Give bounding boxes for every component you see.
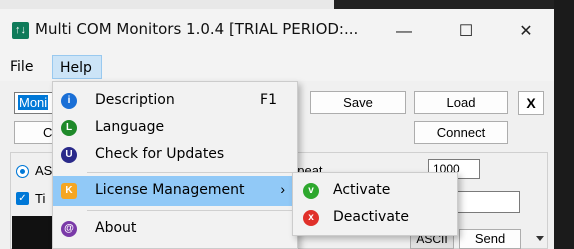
- help-menu: i Description F1 L Language U Check for …: [52, 81, 298, 249]
- timestamp-checkbox[interactable]: ✓: [16, 192, 29, 205]
- language-icon: L: [61, 120, 77, 136]
- background-dark-edge: [554, 0, 574, 249]
- menu-item-description[interactable]: i Description F1: [53, 87, 297, 115]
- menu-separator: [87, 210, 293, 211]
- deactivate-icon: x: [303, 210, 319, 226]
- window-title: Multi COM Monitors 1.0.4 [TRIAL PERIOD:.…: [35, 20, 359, 38]
- chevron-right-icon: ›: [280, 181, 285, 197]
- menu-bar: File Help: [0, 55, 554, 81]
- app-icon: ↑↓: [12, 22, 29, 39]
- close-button[interactable]: ✕: [498, 9, 554, 55]
- menu-item-activate[interactable]: v Activate: [293, 177, 457, 205]
- save-button[interactable]: Save: [310, 91, 406, 114]
- menu-item-shortcut: F1: [260, 92, 277, 108]
- checkbox-label: Ti: [35, 191, 46, 206]
- menu-item-label: About: [95, 220, 137, 236]
- menu-item-label: Description: [95, 92, 175, 108]
- menu-item-label: Activate: [333, 182, 391, 198]
- port-select-text: Moni: [18, 95, 49, 110]
- menu-item-about[interactable]: @ About: [53, 215, 297, 243]
- send-button[interactable]: Send: [459, 229, 521, 249]
- menu-item-label: Deactivate: [333, 209, 410, 225]
- menu-item-deactivate[interactable]: x Deactivate: [293, 204, 457, 232]
- info-icon: i: [61, 93, 77, 109]
- menu-item-check-updates[interactable]: U Check for Updates: [53, 141, 297, 169]
- radio-label: AS: [35, 163, 53, 178]
- license-submenu: v Activate x Deactivate: [292, 172, 458, 236]
- background-strip: [0, 0, 554, 9]
- menu-file[interactable]: File: [10, 59, 33, 75]
- background-dark-area: [334, 0, 554, 9]
- ascii-radio[interactable]: [16, 165, 29, 178]
- menu-item-label: Language: [95, 119, 165, 135]
- menu-item-language[interactable]: L Language: [53, 114, 297, 142]
- activate-icon: v: [303, 183, 319, 199]
- about-icon: @: [61, 221, 77, 237]
- menu-item-license-management[interactable]: K License Management ›: [53, 176, 297, 206]
- minimize-button[interactable]: —: [376, 9, 432, 55]
- menu-help[interactable]: Help: [52, 55, 102, 79]
- license-icon: K: [61, 183, 77, 199]
- updates-icon: U: [61, 147, 77, 163]
- load-button[interactable]: Load: [414, 91, 508, 114]
- maximize-button[interactable]: ☐: [438, 9, 494, 55]
- connect-button[interactable]: Connect: [414, 121, 508, 144]
- menu-separator: [87, 172, 293, 173]
- chevron-down-icon[interactable]: [536, 236, 544, 241]
- close-x-button[interactable]: X: [518, 91, 544, 115]
- menu-item-label: License Management: [95, 182, 245, 198]
- menu-item-label: Check for Updates: [95, 146, 225, 162]
